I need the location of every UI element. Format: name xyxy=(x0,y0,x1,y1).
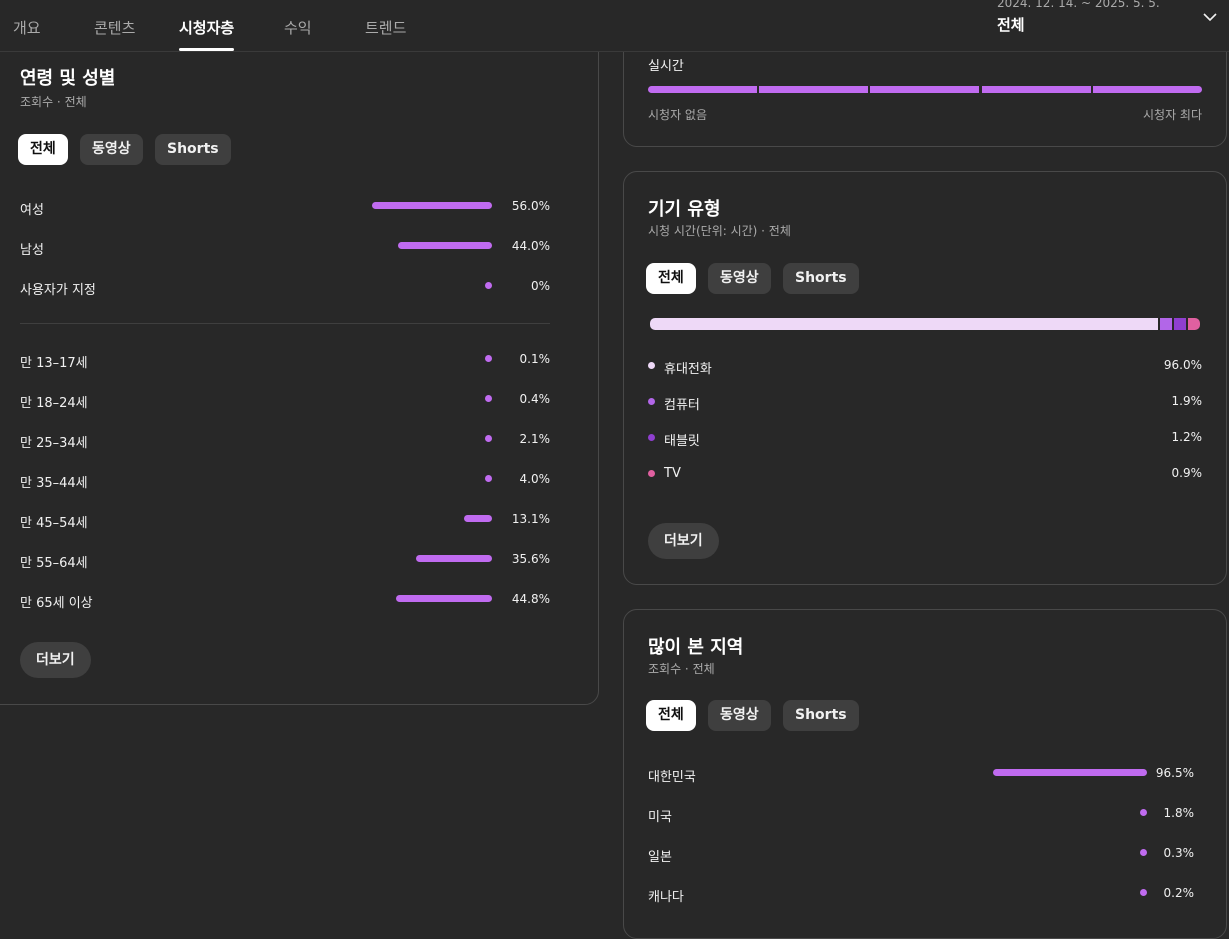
device-type-subtitle: 시청 시간(단위: 시간) · 전체 xyxy=(648,224,791,238)
age-row-label: 만 25–34세 xyxy=(20,436,88,451)
realtime-bar-segment xyxy=(759,86,868,93)
tab-content[interactable]: 콘텐츠 xyxy=(94,17,135,38)
age-gender-title: 연령 및 성별 xyxy=(20,68,116,89)
geo-row-value: 0.3% xyxy=(1163,846,1195,860)
realtime-min-label: 시청자 없음 xyxy=(648,108,708,122)
age-gender-divider xyxy=(20,323,550,324)
age-row-value: 4.0% xyxy=(519,472,551,486)
device-chip-videos[interactable]: 동영상 xyxy=(708,263,771,294)
age-row-label: 만 13–17세 xyxy=(20,356,88,371)
device-row-value: 1.2% xyxy=(1171,430,1203,444)
geo-row-label: 대한민국 xyxy=(648,770,696,785)
age-row-value: 44.8% xyxy=(511,592,550,606)
geo-row-value: 96.5% xyxy=(1155,766,1194,780)
age-row-bar xyxy=(396,595,492,602)
gender-row-value: 0% xyxy=(530,279,550,293)
geo-chip-shorts[interactable]: Shorts xyxy=(783,700,859,731)
realtime-max-label: 시청자 최다 xyxy=(1143,108,1203,122)
realtime-bar-segment xyxy=(982,86,1091,93)
device-row-label: 휴대전화 xyxy=(664,362,712,377)
device-row-label: 컴퓨터 xyxy=(664,398,700,413)
geo-row-label: 캐나다 xyxy=(648,890,684,905)
gender-row-bar xyxy=(398,242,492,249)
device-legend-dot xyxy=(648,362,655,369)
tab-revenue[interactable]: 수익 xyxy=(284,17,312,38)
device-legend-dot xyxy=(648,470,655,477)
date-range-text: 2024. 12. 14. ~ 2025. 5. 5. xyxy=(997,0,1160,10)
device-bar-segment xyxy=(650,318,1158,330)
tab-overview[interactable]: 개요 xyxy=(13,17,41,38)
geo-row-label: 미국 xyxy=(648,810,672,825)
age-row-value: 0.4% xyxy=(519,392,551,406)
age-gender-chip-shorts[interactable]: Shorts xyxy=(155,134,231,165)
period-selector[interactable]: 전체 xyxy=(997,14,1025,35)
active-tab-indicator xyxy=(179,48,234,51)
device-row-label: TV xyxy=(664,466,681,481)
device-legend-dot xyxy=(648,398,655,405)
device-row-value: 1.9% xyxy=(1171,394,1203,408)
age-row-label: 만 55–64세 xyxy=(20,556,88,571)
realtime-bar-segment xyxy=(648,86,757,93)
gender-row-bar xyxy=(372,202,492,209)
age-row-label: 만 35–44세 xyxy=(20,476,88,491)
age-row-label: 만 18–24세 xyxy=(20,396,88,411)
device-legend-dot xyxy=(648,434,655,441)
age-row-label: 만 65세 이상 xyxy=(20,596,93,611)
age-row-value: 35.6% xyxy=(511,552,550,566)
device-bar-segment xyxy=(1188,318,1200,330)
age-gender-chip-all[interactable]: 전체 xyxy=(18,134,68,165)
realtime-bar-segment xyxy=(870,86,979,93)
device-bar-segment xyxy=(1160,318,1172,330)
tab-audience[interactable]: 시청자층 xyxy=(179,17,234,38)
gender-row-value: 56.0% xyxy=(511,199,550,213)
gender-row-label: 여성 xyxy=(20,203,44,218)
top-geographies-subtitle: 조회수 · 전체 xyxy=(648,662,715,676)
gender-row-label: 사용자가 지정 xyxy=(20,283,96,298)
tab-trends[interactable]: 트렌드 xyxy=(365,17,406,38)
age-row-value: 13.1% xyxy=(511,512,550,526)
device-bar-segment xyxy=(1174,318,1186,330)
geo-chip-all[interactable]: 전체 xyxy=(646,700,696,731)
device-chip-all[interactable]: 전체 xyxy=(646,263,696,294)
gender-row-label: 남성 xyxy=(20,243,44,258)
age-row-value: 0.1% xyxy=(519,352,551,366)
chevron-down-icon[interactable] xyxy=(1201,10,1219,24)
device-chip-shorts[interactable]: Shorts xyxy=(783,263,859,294)
top-geographies-title: 많이 본 지역 xyxy=(648,637,744,658)
device-more-button[interactable]: 더보기 xyxy=(648,523,719,559)
geo-row-value: 0.2% xyxy=(1163,886,1195,900)
device-type-title: 기기 유형 xyxy=(648,199,721,220)
device-row-label: 태블릿 xyxy=(664,434,700,449)
geo-chip-videos[interactable]: 동영상 xyxy=(708,700,771,731)
top-nav-bar: 개요 콘텐츠 시청자층 수익 트렌드 2024. 12. 14. ~ 2025.… xyxy=(0,0,1229,52)
age-gender-more-button[interactable]: 더보기 xyxy=(20,642,91,678)
realtime-bar-segment xyxy=(1093,86,1202,93)
age-gender-chip-videos[interactable]: 동영상 xyxy=(80,134,143,165)
device-row-value: 0.9% xyxy=(1171,466,1203,480)
geo-row-label: 일본 xyxy=(648,850,672,865)
geo-row-value: 1.8% xyxy=(1163,806,1195,820)
realtime-title: 실시간 xyxy=(648,59,684,74)
gender-row-value: 44.0% xyxy=(511,239,550,253)
age-gender-subtitle: 조회수 · 전체 xyxy=(20,95,87,109)
age-row-label: 만 45–54세 xyxy=(20,516,88,531)
age-row-value: 2.1% xyxy=(519,432,551,446)
device-row-value: 96.0% xyxy=(1163,358,1202,372)
